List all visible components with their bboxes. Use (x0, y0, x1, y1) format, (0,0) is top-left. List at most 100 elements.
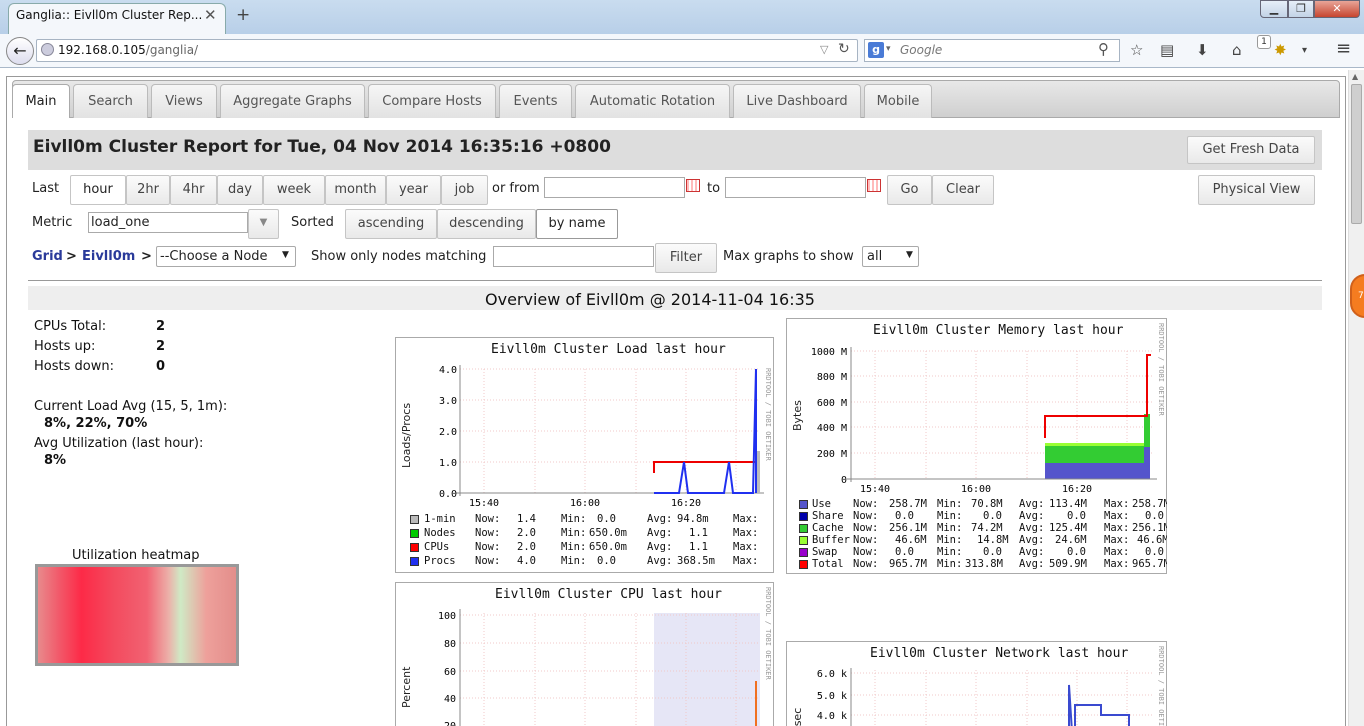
legend-avg: 509.9M (1049, 558, 1087, 570)
breadcrumb-cluster-link[interactable]: Eivll0m (82, 249, 135, 264)
filter-button[interactable]: Filter (655, 243, 717, 273)
url-dropdown-icon[interactable]: ▽ (820, 43, 828, 56)
clear-button[interactable]: Clear (932, 175, 994, 205)
filter-input[interactable] (493, 246, 654, 267)
memory-graph[interactable]: Eivll0m Cluster Memory last hour Bytes R… (786, 318, 1167, 574)
metric-input[interactable]: load_one (88, 212, 248, 233)
sort-ascending-button[interactable]: ascending (345, 209, 437, 239)
calendar-icon[interactable] (686, 179, 700, 192)
y-tick: 600 M (817, 398, 847, 409)
legend-now-label: Now: (853, 522, 879, 534)
range-4hr-button[interactable]: 4hr (170, 175, 217, 205)
cpu-graph[interactable]: Eivll0m Cluster CPU last hour Percent RR… (395, 582, 774, 726)
avg-util-label: Avg Utilization (last hour): (34, 436, 204, 451)
legend-min-label: Min: (937, 558, 963, 570)
tab-aggregate-graphs[interactable]: Aggregate Graphs (220, 84, 365, 118)
legend-min-label: Min: (937, 510, 963, 522)
bookmark-star-icon[interactable]: ☆ (1130, 41, 1143, 59)
tab-mobile[interactable]: Mobile (864, 84, 932, 118)
range-month-button[interactable]: month (325, 175, 386, 205)
scrollbar[interactable]: ▲ (1348, 70, 1364, 726)
download-icon[interactable]: ⬇ (1196, 41, 1209, 59)
sort-by-name-button[interactable]: by name (536, 209, 618, 239)
close-tab-icon[interactable]: ✕ (204, 6, 217, 24)
floating-badge[interactable]: 76 (1350, 274, 1364, 318)
legend-avg-label: Avg: (1019, 522, 1045, 534)
x-tick: 16:20 (1062, 484, 1092, 495)
legend-min-label: Min: (937, 534, 963, 546)
menu-icon[interactable]: ≡ (1336, 38, 1351, 59)
range-job-button[interactable]: job (441, 175, 488, 205)
network-graph[interactable]: Eivll0m Cluster Network last hour /sec R… (786, 641, 1167, 726)
legend-name: 1-min (424, 513, 456, 525)
breadcrumb-separator: > (66, 249, 77, 264)
y-tick: 0 (841, 475, 847, 486)
tab-views[interactable]: Views (151, 84, 217, 118)
legend-min-label: Min: (561, 541, 587, 553)
range-day-button[interactable]: day (217, 175, 263, 205)
back-icon[interactable]: ← (6, 37, 34, 65)
engine-dropdown-icon[interactable]: ▾ (886, 44, 891, 54)
range-year-button[interactable]: year (386, 175, 441, 205)
tab-automatic-rotation[interactable]: Automatic Rotation (575, 84, 730, 118)
y-tick: 4.0 (439, 365, 457, 376)
sort-descending-button[interactable]: descending (437, 209, 536, 239)
range-week-button[interactable]: week (263, 175, 325, 205)
google-icon[interactable]: g (868, 42, 884, 58)
legend-now: 256.1M (889, 522, 927, 534)
load-graph[interactable]: Eivll0m Cluster Load last hour Loads/Pro… (395, 337, 774, 573)
page-title: Eivll0m Cluster Report for Tue, 04 Nov 2… (33, 137, 611, 157)
tab-live-dashboard[interactable]: Live Dashboard (733, 84, 861, 118)
legend-now: 46.6M (895, 534, 927, 546)
legend-now: 2.0 (517, 541, 536, 553)
range-hour-button[interactable]: hour (70, 175, 126, 205)
new-tab-icon[interactable]: + (236, 5, 250, 25)
legend-min: 14.8M (977, 534, 1009, 546)
browser-tab-title: Ganglia:: Eivll0m Cluster Rep... (16, 8, 203, 22)
utilization-heatmap[interactable] (35, 564, 239, 666)
legend-swatch (410, 543, 419, 552)
home-icon[interactable]: ⌂ (1232, 41, 1242, 59)
legend-avg-label: Avg: (1019, 546, 1045, 558)
window-close-icon[interactable]: ✕ (1314, 0, 1360, 18)
max-graphs-select[interactable]: all ▼ (862, 246, 919, 267)
tab-main[interactable]: Main (12, 84, 70, 118)
legend-min-label: Min: (937, 522, 963, 534)
bookmarks-list-icon[interactable]: ▤ (1160, 41, 1174, 59)
from-date-input[interactable] (544, 177, 685, 198)
addon-icon[interactable]: ✸ (1274, 41, 1287, 59)
range-2hr-button[interactable]: 2hr (126, 175, 170, 205)
legend-now: 0.0 (895, 546, 914, 558)
addon-dropdown-icon[interactable]: ▾ (1302, 45, 1307, 56)
search-icon[interactable]: ⚲ (1098, 40, 1109, 58)
breadcrumb-grid-link[interactable]: Grid (32, 249, 63, 264)
tab-compare-hosts[interactable]: Compare Hosts (368, 84, 496, 118)
metric-dropdown-icon[interactable]: ▼ (248, 209, 279, 239)
calendar-icon[interactable] (867, 179, 881, 192)
legend-min: 0.0 (597, 513, 616, 525)
scrollbar-thumb[interactable] (1351, 84, 1362, 224)
legend-swatch (799, 536, 808, 545)
to-date-input[interactable] (725, 177, 866, 198)
legend-min: 650.0m (589, 527, 627, 539)
physical-view-button[interactable]: Physical View (1198, 175, 1315, 205)
notification-badge[interactable]: 1 (1257, 35, 1271, 49)
legend-swatch (799, 512, 808, 521)
max-graphs-value: all (867, 249, 883, 264)
legend-min: 0.0 (597, 555, 616, 567)
reload-icon[interactable]: ↻ (838, 41, 850, 57)
minimize-icon[interactable]: ▁ (1260, 0, 1288, 18)
legend-now-label: Now: (475, 513, 501, 525)
maximize-icon[interactable]: ❐ (1288, 0, 1314, 18)
get-fresh-data-button[interactable]: Get Fresh Data (1187, 136, 1315, 164)
legend-min: 0.0 (983, 546, 1002, 558)
tab-search[interactable]: Search (73, 84, 148, 118)
tab-events[interactable]: Events (499, 84, 572, 118)
legend-swatch (410, 529, 419, 538)
x-tick: 16:00 (570, 498, 600, 509)
node-select[interactable]: --Choose a Node ▼ (156, 246, 296, 267)
sorted-label: Sorted (291, 215, 334, 230)
legend-swatch (799, 524, 808, 533)
legend-max-label: Max: (1104, 510, 1130, 522)
go-button[interactable]: Go (887, 175, 932, 205)
